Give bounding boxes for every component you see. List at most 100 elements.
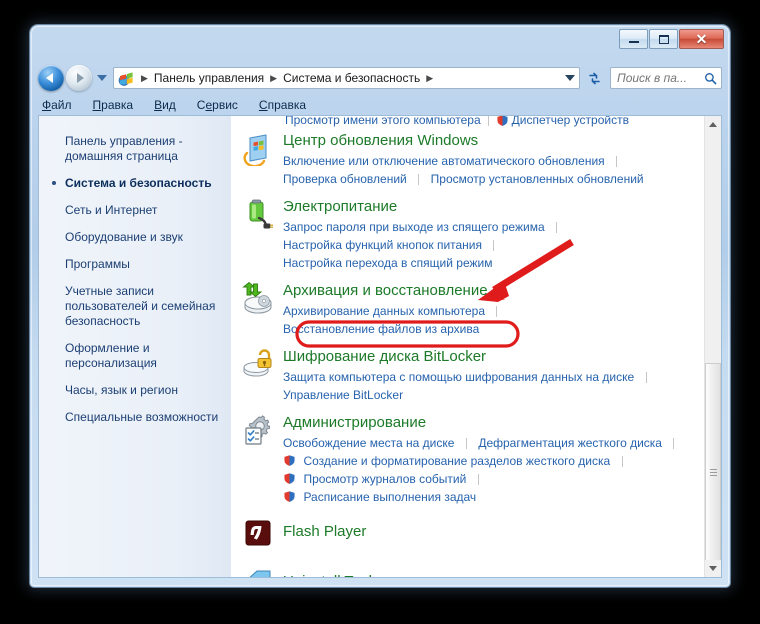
link-line: Управление BitLocker [283,386,696,404]
category-title-administrative-tools[interactable]: Администрирование [283,412,426,433]
category-scroll-viewport: Просмотр имени этого компьютера Диспетче… [231,116,704,577]
power-options-icon [241,198,275,232]
navigation-sidebar: Панель управления - домашняя страница Си… [39,116,231,577]
sidebar-item-network-and-internet[interactable]: Сеть и Интернет [39,203,231,218]
forward-button[interactable] [66,65,92,91]
category-title-backup-and-restore[interactable]: Архивация и восстановление [283,280,488,301]
breadcrumb-item-control-panel[interactable]: Панель управления [153,71,265,85]
chevron-down-icon [709,566,717,571]
link-divider [496,305,498,317]
sidebar-item-system-and-security[interactable]: Система и безопасность [39,176,231,191]
scrollbar-grip-icon [710,469,717,479]
sidebar-item-label: Панель управления - домашняя страница [65,134,183,163]
link-divider [418,173,420,185]
menu-label: ид [162,98,176,112]
link-view-installed-updates[interactable]: Просмотр установленных обновлений [431,172,644,186]
link-create-format-partitions[interactable]: Создание и форматирование разделов жестк… [303,454,610,468]
menu-item-tools[interactable]: Сервис [197,98,238,112]
link-change-sleep-settings[interactable]: Настройка перехода в спящий режим [283,256,492,270]
link-restore-files-from-backup[interactable]: Восстановление файлов из архива [283,322,479,336]
link-line: Восстановление файлов из архива [283,320,696,338]
close-button[interactable]: ✕ [679,29,724,49]
category-administrative-tools: Администрирование Освобождение места на … [237,412,696,506]
link-line: Включение или отключение автоматического… [283,152,696,170]
maximize-button[interactable] [649,29,678,49]
menu-item-view[interactable]: Вид [154,98,176,112]
link-task-scheduler[interactable]: Расписание выполнения задач [303,490,476,504]
chevron-up-icon [709,122,717,127]
link-line: Настройка перехода в спящий режим [283,254,696,272]
shield-icon [283,472,296,485]
link-enable-disable-auto-update[interactable]: Включение или отключение автоматического… [283,154,605,168]
address-chevron-down-icon[interactable] [565,75,575,81]
title-bar[interactable]: ✕ [30,25,730,57]
sidebar-item-ease-of-access[interactable]: Специальные возможности [39,410,231,425]
search-box[interactable] [610,67,722,89]
menu-label: рвис [212,98,238,112]
navigation-bar: ▶ Панель управления ▶ Система и безопасн… [30,63,730,93]
link-view-event-logs[interactable]: Просмотр журналов событий [303,472,466,486]
link-defragment-hard-drive[interactable]: Дефрагментация жесткого диска [478,436,662,450]
link-change-power-button-behavior[interactable]: Настройка функций кнопок питания [283,238,482,252]
address-bar[interactable]: ▶ Панель управления ▶ Система и безопасн… [113,67,580,89]
menu-item-help[interactable]: Справка [259,98,306,112]
menu-item-file[interactable]: Файл [42,98,72,112]
shield-icon [283,454,296,467]
search-input[interactable] [615,70,703,86]
link-free-up-disk-space[interactable]: Освобождение места на диске [283,436,454,450]
sidebar-item-programs[interactable]: Программы [39,257,231,272]
category-uninstall-tool[interactable]: Uninstall Tool [237,564,696,577]
scroll-down-button[interactable] [705,560,721,577]
caption-button-group: ✕ [619,29,724,49]
link-line: Защита компьютера с помощью шифрования д… [283,368,696,386]
link-view-computer-name[interactable]: Просмотр имени этого компьютера [285,116,481,127]
sidebar-item-user-accounts[interactable]: Учетные записи пользователей и семейная … [39,284,231,329]
link-manage-bitlocker[interactable]: Управление BitLocker [283,388,403,402]
link-device-manager[interactable]: Диспетчер устройств [512,116,629,127]
menu-label: айл [51,98,72,112]
category-backup-and-restore: Архивация и восстановление Архивирование… [237,280,696,338]
sidebar-item-label: Оборудование и звук [65,230,183,244]
sidebar-item-label: Оформление и персонализация [65,341,157,370]
refresh-button[interactable] [582,67,606,89]
sidebar-item-label: Программы [65,257,130,271]
link-protect-computer-encryption[interactable]: Защита компьютера с помощью шифрования д… [283,370,634,384]
sidebar-item-label: Часы, язык и регион [65,383,178,397]
content-pane: Панель управления - домашняя страница Си… [38,115,722,578]
forward-arrow-icon [77,73,84,83]
breadcrumb-separator: ▶ [141,72,148,83]
control-panel-window: ✕ ▶ Панель управления ▶ Система и безопа… [30,25,730,587]
category-flash-player[interactable]: Flash Player [237,514,696,550]
category-title-power-options[interactable]: Электропитание [283,196,397,217]
scroll-up-button[interactable] [705,116,721,133]
link-line: Создание и форматирование разделов жестк… [283,452,696,470]
vertical-scrollbar[interactable] [704,116,721,577]
menu-accel: С [258,98,268,112]
scrollbar-thumb[interactable] [705,363,721,577]
breadcrumb-item-system-and-security[interactable]: Система и безопасность [282,71,421,85]
link-divider [465,437,467,449]
back-button[interactable] [38,65,64,91]
recent-pages-chevron-down-icon[interactable] [97,75,107,81]
maximize-icon [658,34,669,44]
sidebar-item-label: Сеть и Интернет [65,203,158,217]
menu-label: правка [267,98,307,112]
sidebar-item-appearance-and-personalization[interactable]: Оформление и персонализация [39,341,231,371]
sidebar-item-hardware-and-sound[interactable]: Оборудование и звук [39,230,231,245]
menu-item-edit[interactable]: Правка [93,98,134,112]
category-title-flash-player[interactable]: Flash Player [283,521,366,542]
category-title-windows-update[interactable]: Центр обновления Windows [283,130,478,151]
link-require-password-on-wakeup[interactable]: Запрос пароля при выходе из спящего режи… [283,220,545,234]
link-divider [673,437,675,449]
category-title-bitlocker[interactable]: Шифрование диска BitLocker [283,346,486,367]
link-check-for-updates[interactable]: Проверка обновлений [283,172,407,186]
minimize-button[interactable] [619,29,648,49]
sidebar-item-label: Система и безопасность [65,176,212,190]
link-backup-computer[interactable]: Архивирование данных компьютера [283,304,485,318]
close-icon: ✕ [695,31,708,47]
sidebar-item-clock-language-region[interactable]: Часы, язык и регион [39,383,231,398]
category-links: Защита компьютера с помощью шифрования д… [283,368,696,404]
breadcrumb-separator: ▶ [426,72,434,83]
category-title-uninstall-tool[interactable]: Uninstall Tool [283,571,372,577]
sidebar-item-control-panel-home[interactable]: Панель управления - домашняя страница [39,134,231,164]
